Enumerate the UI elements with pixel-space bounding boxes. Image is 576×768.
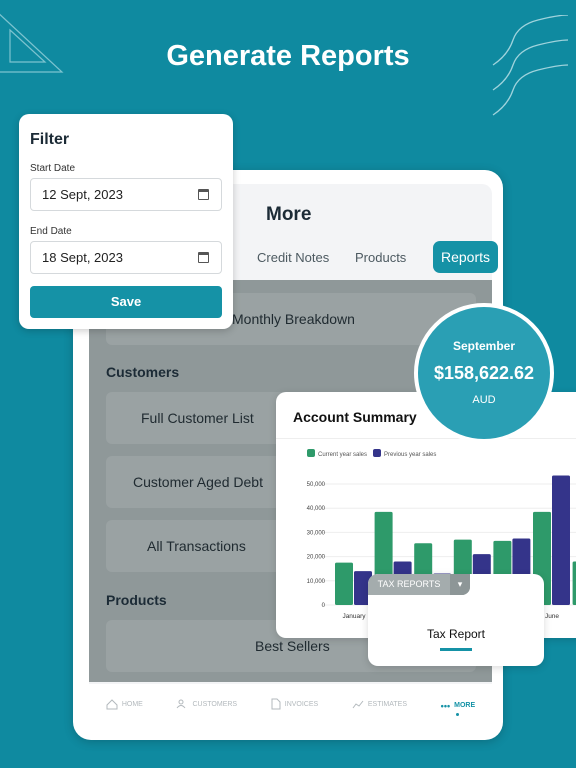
section-products: Products: [106, 592, 167, 608]
decorative-waves-icon: [492, 15, 569, 116]
start-date-label: Start Date: [30, 163, 76, 174]
tab-products[interactable]: Products: [355, 250, 406, 265]
y-tick-label: 10,000: [307, 579, 326, 585]
end-date-label: End Date: [30, 226, 72, 237]
nav-invoices[interactable]: INVOICES: [271, 698, 318, 710]
y-tick-label: 50,000: [307, 482, 326, 488]
y-tick-label: 30,000: [307, 530, 326, 536]
nav-customers[interactable]: CUSTOMERS: [176, 699, 237, 709]
tax-report-title: Tax Report: [426, 627, 486, 641]
chevron-down-icon[interactable]: ▾: [450, 574, 470, 595]
bottom-nav: HOME CUSTOMERS INVOICES ESTIMATES ••• MOR…: [89, 684, 492, 724]
legend-swatch: [307, 449, 315, 457]
end-date-input[interactable]: 18 Sept, 2023: [30, 241, 222, 274]
trend-icon: [352, 700, 364, 709]
decorative-triangle-icon: [0, 13, 64, 73]
x-tick-label: January: [342, 613, 366, 620]
y-tick-label: 20,000: [307, 555, 326, 561]
bar: [552, 475, 570, 605]
customers-icon: [177, 699, 186, 709]
bubble-amount: $158,622.62: [433, 363, 535, 383]
calendar-icon[interactable]: [198, 252, 209, 263]
home-icon: [106, 698, 118, 709]
tab-reports[interactable]: Reports: [433, 241, 498, 273]
filter-panel: Filter Start Date 12 Sept, 2023 End Date…: [19, 114, 233, 329]
bubble-currency: AUD: [472, 394, 496, 406]
save-button[interactable]: Save: [30, 286, 222, 318]
calendar-icon[interactable]: [198, 189, 209, 200]
filter-title: Filter: [30, 131, 70, 148]
tab-credit-notes[interactable]: Credit Notes: [257, 250, 329, 265]
more-dots-icon: •••: [440, 700, 451, 711]
nav-home[interactable]: HOME: [106, 698, 143, 710]
legend-label: Previous year sales: [384, 452, 436, 458]
y-tick-label: 40,000: [307, 506, 326, 512]
monthly-total-bubble: September $158,622.62 AUD: [414, 303, 554, 443]
tax-reports-dropdown[interactable]: TAX REPORTS ▾: [368, 574, 470, 595]
tax-report-card: TAX REPORTS ▾ Tax Report: [368, 574, 544, 666]
legend-swatch: [373, 449, 381, 457]
bar: [335, 562, 353, 605]
nav-estimates[interactable]: ESTIMATES: [352, 699, 407, 709]
tax-report-underline: [440, 648, 472, 651]
legend-label: Current year sales: [318, 452, 367, 458]
bar: [572, 561, 576, 605]
start-date-input[interactable]: 12 Sept, 2023: [30, 178, 222, 211]
y-tick-label: 0: [322, 603, 326, 609]
active-indicator: [456, 712, 460, 716]
x-tick-label: June: [545, 613, 559, 620]
section-customers: Customers: [106, 364, 180, 380]
nav-more[interactable]: ••• MORE: [441, 701, 475, 716]
document-icon: [271, 698, 281, 710]
bubble-month: September: [452, 339, 516, 353]
page-title: More: [266, 204, 312, 225]
